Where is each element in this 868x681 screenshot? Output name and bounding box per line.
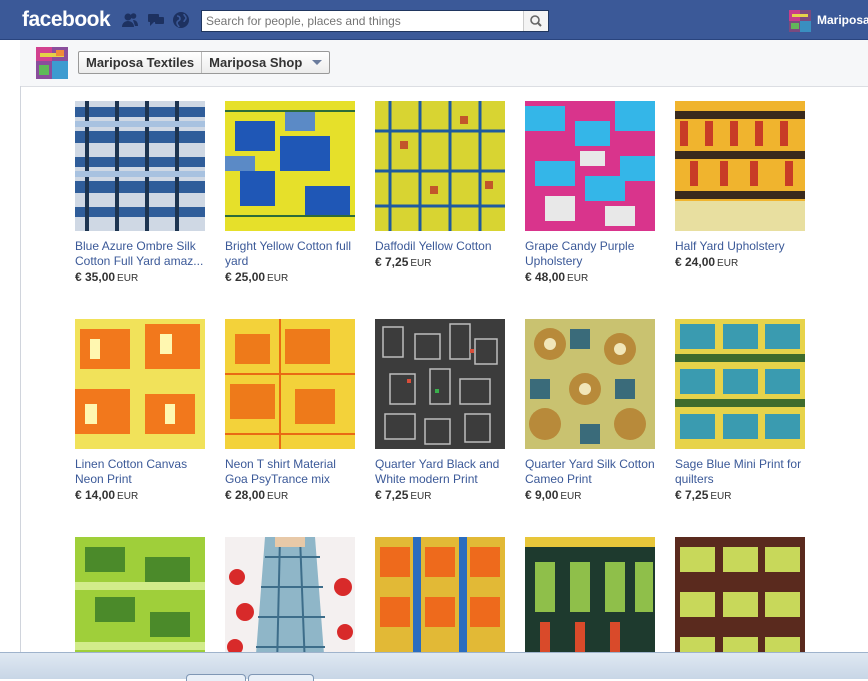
shop-dropdown-label: Mariposa Shop	[209, 55, 303, 70]
page-profile-thumbnail[interactable]	[36, 47, 68, 79]
product-title[interactable]: Bright Yellow Cotton full yard	[225, 239, 357, 269]
price-amount: € 7,25	[375, 255, 409, 269]
product-card[interactable]	[225, 537, 355, 667]
product-price: € 28,00 EUR	[225, 488, 355, 502]
price-amount: € 48,00	[525, 270, 566, 284]
os-taskbar	[0, 652, 868, 681]
product-image[interactable]	[75, 101, 205, 231]
product-title[interactable]: Quarter Yard Black and White modern Prin…	[375, 457, 507, 487]
price-amount: € 24,00	[675, 255, 716, 269]
product-card[interactable]: Daffodil Yellow Cotton € 7,25 EUR	[375, 101, 505, 269]
breadcrumb-page-name[interactable]: Mariposa Textiles	[79, 52, 203, 73]
product-title[interactable]: Quarter Yard Silk Cotton Cameo Print	[525, 457, 657, 487]
product-card[interactable]: Neon T shirt Material Goa PsyTrance mix …	[225, 319, 355, 502]
product-image[interactable]	[675, 319, 805, 449]
facebook-logo[interactable]: facebook	[22, 8, 111, 32]
price-amount: € 7,25	[675, 488, 709, 502]
price-amount: € 25,00	[225, 270, 266, 284]
product-title[interactable]: Sage Blue Mini Print for quilters	[675, 457, 807, 487]
product-title[interactable]: Grape Candy Purple Upholstery	[525, 239, 657, 269]
product-card[interactable]	[525, 537, 655, 667]
breadcrumb: Mariposa Textiles Mariposa Shop	[78, 51, 331, 74]
product-card[interactable]	[375, 537, 505, 667]
price-currency: EUR	[717, 258, 739, 269]
product-image[interactable]	[225, 101, 355, 231]
search-box	[201, 10, 549, 32]
product-card[interactable]: Half Yard Upholstery € 24,00 EUR	[675, 101, 805, 269]
product-title[interactable]: Neon T shirt Material Goa PsyTrance mix	[225, 457, 357, 487]
notifications-globe-icon[interactable]	[172, 11, 190, 29]
product-card[interactable]	[675, 537, 805, 667]
price-amount: € 28,00	[225, 488, 266, 502]
price-currency: EUR	[267, 491, 289, 502]
product-image[interactable]	[675, 537, 805, 667]
product-price: € 7,25 EUR	[375, 255, 505, 269]
product-price: € 7,25 EUR	[675, 488, 805, 502]
product-card[interactable]: Quarter Yard Black and White modern Prin…	[375, 319, 505, 502]
user-name-link[interactable]: Mariposa	[817, 13, 868, 27]
product-card[interactable]: Quarter Yard Silk Cotton Cameo Print € 9…	[525, 319, 655, 502]
user-avatar[interactable]	[789, 10, 811, 32]
price-currency: EUR	[117, 491, 139, 502]
product-price: € 24,00 EUR	[675, 255, 805, 269]
search-input[interactable]	[206, 13, 524, 29]
price-currency: EUR	[560, 491, 582, 502]
product-price: € 14,00 EUR	[75, 488, 205, 502]
product-card[interactable]: Grape Candy Purple Upholstery € 48,00 EUR	[525, 101, 655, 284]
facebook-topbar: facebook Mariposa	[0, 0, 868, 40]
page-subheader: Mariposa Textiles Mariposa Shop	[20, 40, 868, 87]
product-image[interactable]	[525, 537, 655, 667]
divider	[20, 86, 21, 652]
product-image[interactable]	[225, 319, 355, 449]
product-image[interactable]	[375, 319, 505, 449]
product-image[interactable]	[525, 101, 655, 231]
product-image[interactable]	[225, 537, 355, 667]
messages-icon[interactable]	[147, 11, 165, 29]
chevron-down-icon	[312, 60, 323, 66]
price-amount: € 14,00	[75, 488, 116, 502]
product-title[interactable]: Daffodil Yellow Cotton	[375, 239, 507, 254]
product-card[interactable]	[75, 537, 205, 667]
product-price: € 25,00 EUR	[225, 270, 355, 284]
product-image[interactable]	[375, 537, 505, 667]
product-image[interactable]	[375, 101, 505, 231]
product-image[interactable]	[525, 319, 655, 449]
product-title[interactable]: Half Yard Upholstery	[675, 239, 807, 254]
price-currency: EUR	[410, 258, 432, 269]
price-currency: EUR	[567, 273, 589, 284]
price-currency: EUR	[267, 273, 289, 284]
shop-dropdown[interactable]: Mariposa Shop	[202, 52, 329, 73]
product-price: € 9,00 EUR	[525, 488, 655, 502]
product-title[interactable]: Blue Azure Ombre Silk Cotton Full Yard a…	[75, 239, 207, 269]
price-currency: EUR	[117, 273, 139, 284]
search-button[interactable]	[523, 11, 548, 31]
product-image[interactable]	[75, 537, 205, 667]
price-amount: € 7,25	[375, 488, 409, 502]
friend-requests-icon[interactable]	[121, 11, 139, 29]
price-currency: EUR	[710, 491, 732, 502]
product-card[interactable]: Linen Cotton Canvas Neon Print € 14,00 EU…	[75, 319, 205, 502]
product-price: € 48,00 EUR	[525, 270, 655, 284]
product-card[interactable]: Bright Yellow Cotton full yard € 25,00 EU…	[225, 101, 355, 284]
product-image[interactable]	[675, 101, 805, 231]
price-amount: € 35,00	[75, 270, 116, 284]
price-amount: € 9,00	[525, 488, 559, 502]
price-currency: EUR	[410, 491, 432, 502]
product-card[interactable]: Sage Blue Mini Print for quilters € 7,25…	[675, 319, 805, 502]
product-price: € 35,00 EUR	[75, 270, 205, 284]
product-card[interactable]: Blue Azure Ombre Silk Cotton Full Yard a…	[75, 101, 205, 284]
product-price: € 7,25 EUR	[375, 488, 505, 502]
search-icon	[530, 15, 542, 27]
product-image[interactable]	[75, 319, 205, 449]
product-title[interactable]: Linen Cotton Canvas Neon Print	[75, 457, 207, 487]
